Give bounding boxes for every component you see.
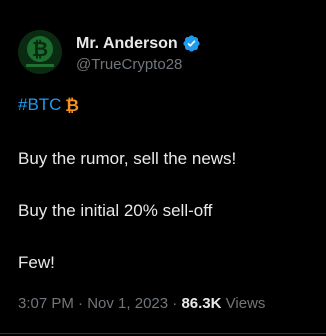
tweet-date[interactable]: Nov 1, 2023 — [87, 295, 168, 312]
tweet-card: ₿ Mr. Anderson @TrueCrypto28 #BTC ₿ Buy … — [0, 0, 326, 336]
verified-badge-icon — [182, 34, 201, 53]
bitcoin-logo-avatar-icon: ₿ — [18, 30, 62, 74]
meta-separator: · — [172, 295, 178, 312]
author-handle[interactable]: @TrueCrypto28 — [76, 56, 182, 73]
views-count: 86.3K — [181, 295, 222, 312]
tweet-text-line: Buy the rumor, sell the news! — [18, 149, 237, 168]
author-display-name[interactable]: Mr. Anderson — [76, 35, 178, 53]
meta-separator: · — [78, 295, 84, 312]
author-name-row[interactable]: Mr. Anderson — [76, 34, 201, 53]
avatar[interactable]: ₿ — [18, 30, 62, 74]
tweet-hashtag-line: #BTC ₿ — [18, 94, 81, 116]
tweet-text-line: Few! — [18, 253, 55, 272]
views-label: Views — [225, 295, 266, 312]
svg-text:₿: ₿ — [32, 37, 48, 61]
bitcoin-icon: ₿ — [63, 96, 81, 116]
tweet-text-line: Buy the initial 20% sell-off — [18, 201, 213, 220]
divider — [0, 333, 326, 334]
tweet-time[interactable]: 3:07 PM — [18, 295, 74, 312]
tweet-meta: 3:07 PM · Nov 1, 2023 · 86.3K Views — [18, 295, 265, 312]
hashtag-link[interactable]: #BTC — [18, 94, 61, 116]
svg-text:₿: ₿ — [66, 96, 80, 114]
